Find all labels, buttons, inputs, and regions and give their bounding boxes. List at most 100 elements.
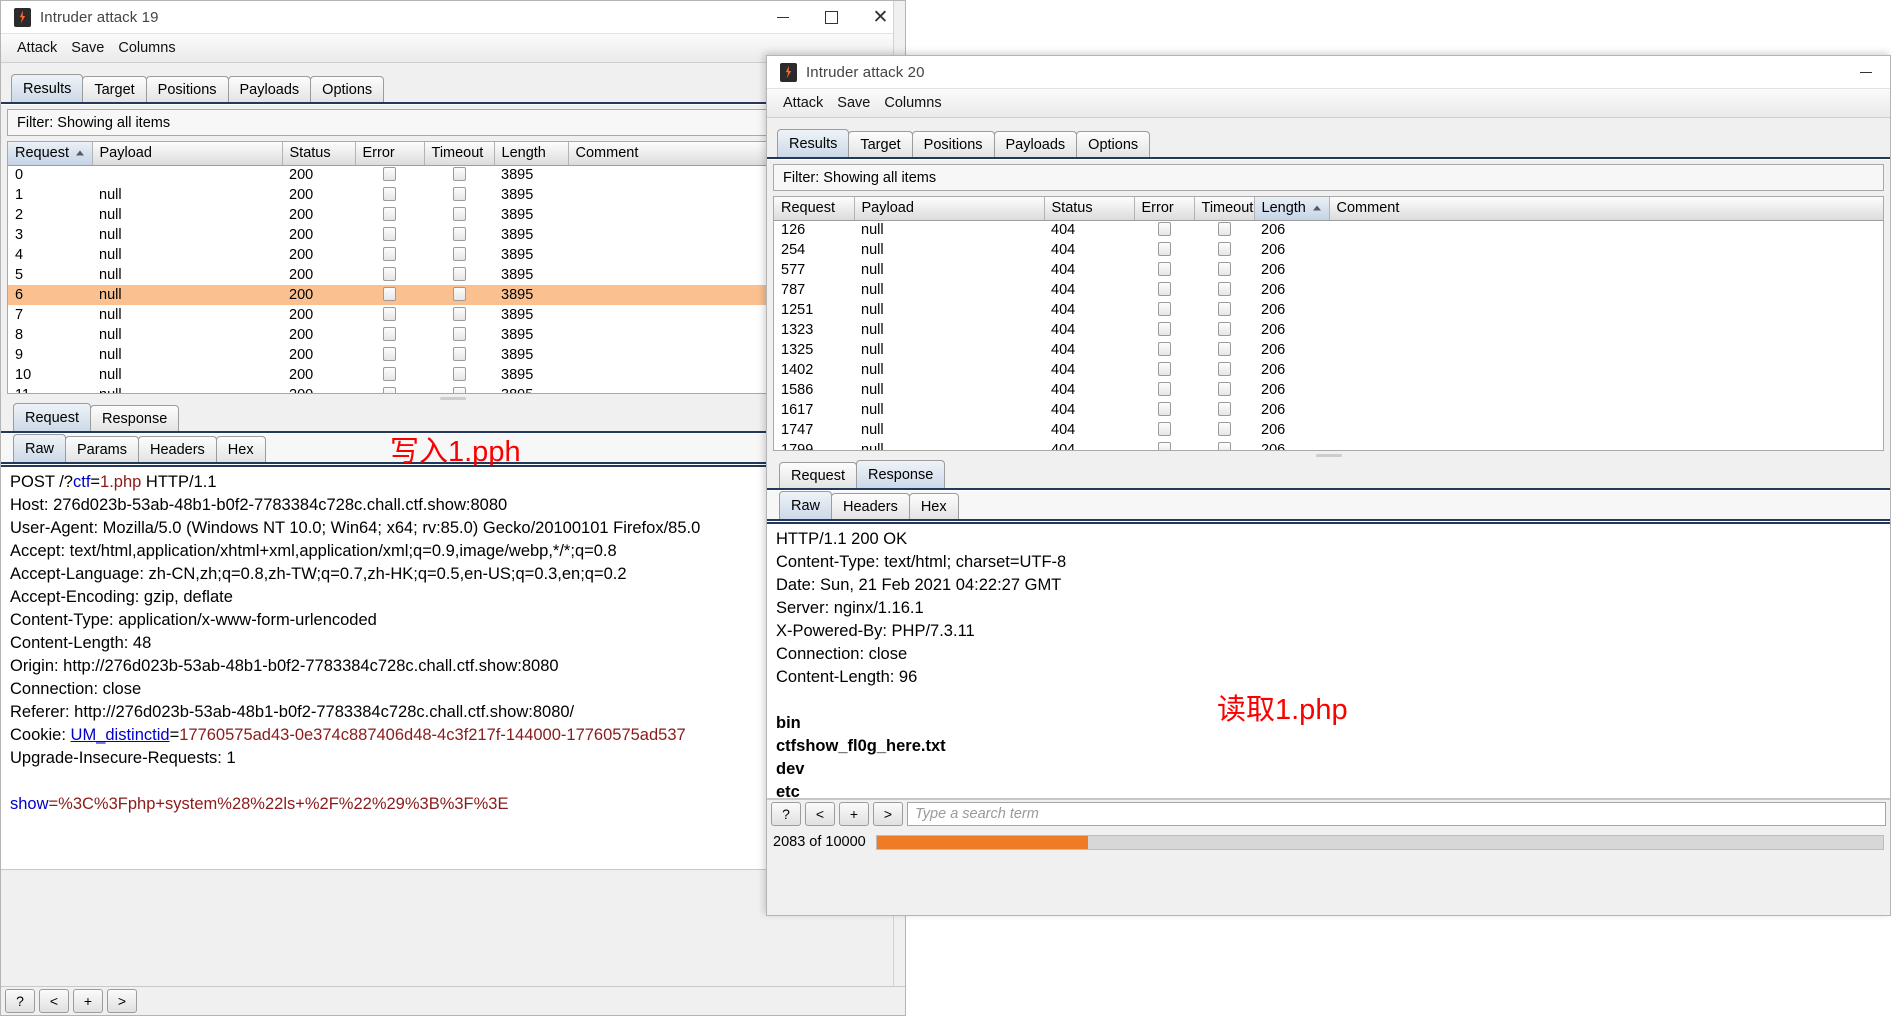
cell-timeout[interactable] [424,205,494,225]
cell-timeout[interactable] [424,285,494,305]
error-checkbox[interactable] [383,367,396,381]
search-add-button[interactable]: + [839,802,869,826]
search-add-button[interactable]: + [73,989,103,1013]
cell-timeout[interactable] [424,325,494,345]
table-row[interactable]: 5 null 200 3895 [8,265,898,285]
error-checkbox[interactable] [383,247,396,261]
cell-timeout[interactable] [1194,380,1254,400]
help-button[interactable]: ? [5,989,35,1013]
timeout-checkbox[interactable] [452,187,466,201]
cell-error[interactable] [1134,400,1194,420]
window2-menubar[interactable]: Attack Save Columns [767,89,1890,118]
search-next-button[interactable]: > [873,802,903,826]
table-row[interactable]: 11null200 3895 [8,385,898,393]
timeout-checkbox[interactable] [452,327,466,341]
cell-error[interactable] [355,385,424,393]
error-checkbox[interactable] [383,327,396,341]
message-tab-request[interactable]: Request [779,462,858,488]
error-checkbox[interactable] [383,347,396,361]
table-row[interactable]: 1586 null 404 206 [774,380,1883,400]
column-header-request[interactable]: Request [8,142,93,166]
table-row[interactable]: 1 null 200 3895 [8,185,898,205]
error-checkbox[interactable] [1157,362,1171,376]
view-tab-raw[interactable]: Raw [13,434,67,462]
cell-timeout[interactable] [1194,420,1254,440]
window2-results-table[interactable]: Request Payload Status Error Timeout Len… [773,196,1884,451]
window2-filter-bar[interactable]: Filter: Showing all items [773,164,1884,191]
intruder-attack-20-window[interactable]: Intruder attack 20 Attack Save Columns R… [766,55,1891,916]
column-header-timeout[interactable]: Timeout [424,142,495,166]
error-checkbox[interactable] [1157,442,1171,450]
cell-timeout[interactable] [1194,320,1254,340]
window2-titlebar[interactable]: Intruder attack 20 [767,56,1890,89]
cell-timeout[interactable] [1194,240,1254,260]
message-tab-response[interactable]: Response [90,405,180,431]
table-row[interactable]: 6 null 200 3895 [8,285,898,305]
timeout-checkbox[interactable] [1217,242,1231,256]
window2-message-tabstrip[interactable]: Request Response [767,460,1890,488]
error-checkbox[interactable] [1157,282,1171,296]
cell-error[interactable] [1134,420,1194,440]
search-previous-button[interactable]: < [39,989,69,1013]
view-tab-raw[interactable]: Raw [779,491,833,519]
window1-title-buttons[interactable]: ✕ [758,1,905,33]
timeout-checkbox[interactable] [452,387,466,393]
cell-error[interactable] [1134,280,1194,300]
error-checkbox[interactable] [383,227,396,241]
timeout-checkbox[interactable] [1217,402,1231,416]
cell-timeout[interactable] [1194,220,1254,240]
timeout-checkbox[interactable] [452,367,466,381]
error-checkbox[interactable] [1157,342,1171,356]
window1-search-toolbar[interactable]: ? < + > [1,986,905,1015]
cell-timeout[interactable] [424,245,494,265]
cell-error[interactable] [1134,260,1194,280]
cell-error[interactable] [355,265,424,285]
table-row[interactable]: 4 null 200 3895 [8,245,898,265]
tab-payloads[interactable]: Payloads [993,131,1078,157]
cell-error[interactable] [355,205,424,225]
table-row[interactable]: 2 null 200 3895 [8,205,898,225]
timeout-checkbox[interactable] [1217,382,1231,396]
tab-target[interactable]: Target [82,76,147,102]
cell-error[interactable] [355,225,424,245]
cell-error[interactable] [1134,300,1194,320]
cell-error[interactable] [355,325,424,345]
column-header-comment[interactable]: Comment [1329,197,1883,221]
view-tab-hex[interactable]: Hex [908,493,959,519]
timeout-checkbox[interactable] [452,287,466,301]
tab-positions[interactable]: Positions [145,76,229,102]
minimize-icon[interactable] [1841,56,1890,88]
window2-search-toolbar[interactable]: ? < + > Type a search term [767,799,1890,828]
error-checkbox[interactable] [383,267,396,281]
timeout-checkbox[interactable] [1217,282,1231,296]
cell-timeout[interactable] [1194,400,1254,420]
cell-timeout[interactable] [424,345,494,365]
table-row[interactable]: 787 null 404 206 [774,280,1883,300]
window2-response-viewer[interactable]: HTTP/1.1 200 OK Content-Type: text/html;… [767,522,1890,799]
column-header-status[interactable]: Status [1044,197,1135,221]
error-checkbox[interactable] [1157,322,1171,336]
cell-error[interactable] [355,345,424,365]
table-row[interactable]: 577 null 404 206 [774,260,1883,280]
table-row[interactable]: 126 null 404 206 [774,220,1883,240]
column-header-length[interactable]: Length [494,142,569,166]
column-header-status[interactable]: Status [282,142,356,166]
tab-target[interactable]: Target [848,131,913,157]
table-row[interactable]: 1747 null 404 206 [774,420,1883,440]
error-checkbox[interactable] [1157,222,1171,237]
cell-timeout[interactable] [424,185,494,205]
table-row[interactable]: 7 null 200 3895 [8,305,898,325]
cell-timeout[interactable] [1194,360,1254,380]
timeout-checkbox[interactable] [452,267,466,281]
view-tab-params[interactable]: Params [65,436,139,462]
error-checkbox[interactable] [383,187,396,201]
help-button[interactable]: ? [771,802,801,826]
column-header-error[interactable]: Error [355,142,425,166]
error-checkbox[interactable] [383,287,396,301]
table-row[interactable]: 1617 null 404 206 [774,400,1883,420]
error-checkbox[interactable] [1157,402,1171,416]
window2-splitter[interactable] [767,451,1890,460]
timeout-checkbox[interactable] [452,307,466,321]
column-header-request[interactable]: Request [774,197,855,221]
column-header-timeout[interactable]: Timeout [1194,197,1255,221]
